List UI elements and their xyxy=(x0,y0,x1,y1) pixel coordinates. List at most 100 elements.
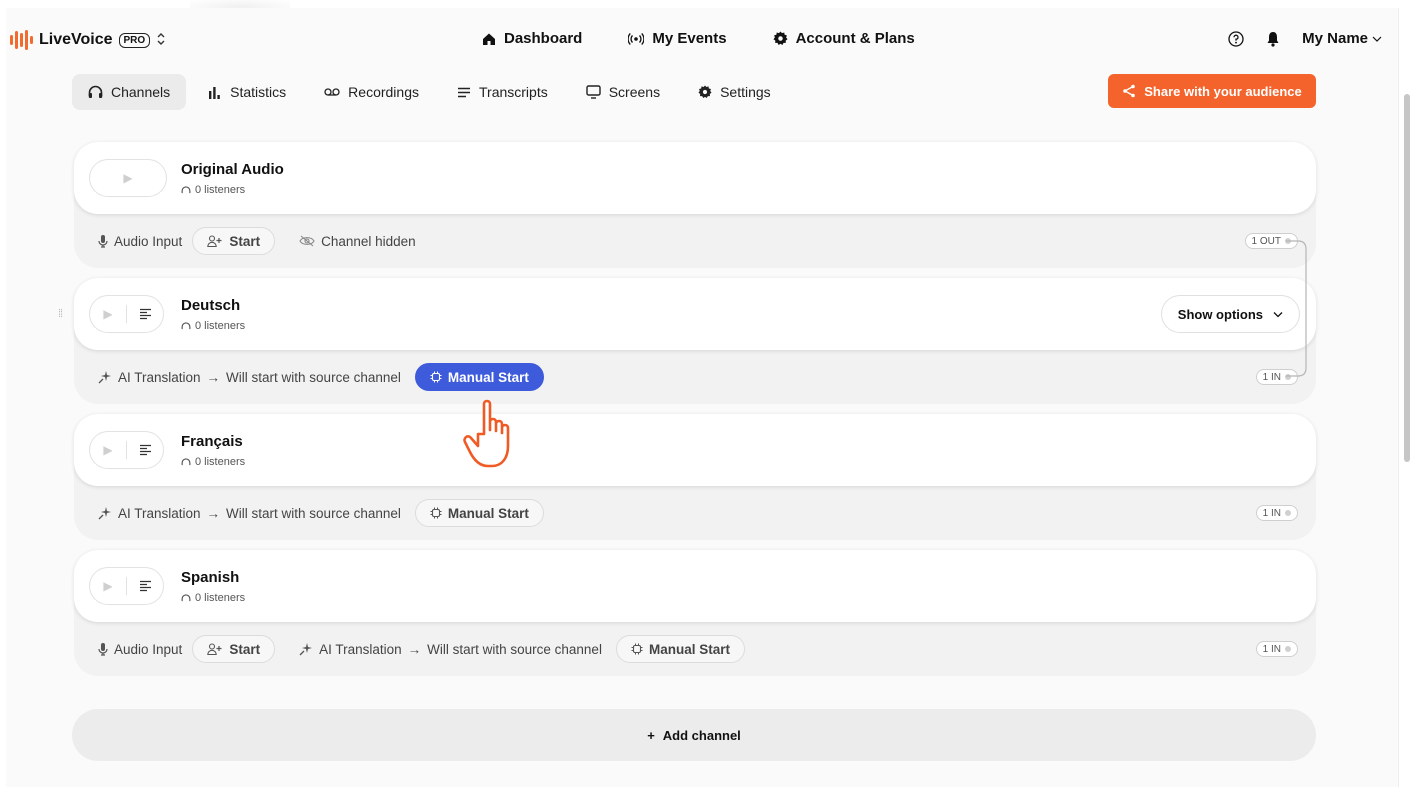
nav-account-plans[interactable]: Account & Plans xyxy=(773,30,915,47)
hand-pointer-icon xyxy=(463,399,510,468)
tab-settings-label: Settings xyxy=(720,84,771,100)
channel-title: Spanish xyxy=(181,569,240,586)
io-badge-text: 1 IN xyxy=(1262,371,1281,383)
start-button-label: Start xyxy=(229,641,261,657)
arrow-text: → xyxy=(206,505,221,521)
broadcast-icon xyxy=(628,32,645,45)
tab-screens[interactable]: Screens xyxy=(570,74,676,110)
play-icon[interactable]: ▶ xyxy=(90,307,126,321)
chip-icon xyxy=(631,643,643,655)
add-user-icon xyxy=(207,643,222,655)
channel-footer: AI Translation → Will start with source … xyxy=(74,350,1316,404)
top-right-controls: My Name xyxy=(1228,30,1382,47)
event-switcher-icon[interactable] xyxy=(156,32,166,49)
manual-start-label: Manual Start xyxy=(447,369,529,385)
plus-icon: + xyxy=(647,727,655,743)
headphones-icon xyxy=(181,593,191,601)
nav-account-plans-label: Account & Plans xyxy=(795,30,915,47)
manual-start-label: Manual Start xyxy=(447,505,529,521)
chevron-down-icon xyxy=(1372,36,1382,42)
share-icon xyxy=(1123,84,1136,98)
main-nav: Dashboard My Events Account & Plans xyxy=(482,30,915,47)
channel-hidden-status[interactable]: Channel hidden xyxy=(299,234,416,249)
listener-count: 0 listeners xyxy=(181,456,245,468)
channel-header: ▶ Spanish 0 listeners xyxy=(74,550,1316,622)
help-circle-icon[interactable] xyxy=(1228,30,1244,47)
ai-translation-label: AI Translation → Will start with source … xyxy=(98,370,401,385)
arrow-text: → xyxy=(206,369,221,385)
headphones-icon xyxy=(181,457,191,465)
transcript-icon[interactable] xyxy=(127,580,163,592)
channel-hidden-text: Channel hidden xyxy=(321,233,416,249)
add-channel-button[interactable]: + Add channel xyxy=(72,709,1316,761)
brand[interactable]: LiveVoice PRO xyxy=(10,30,166,50)
headphones-icon xyxy=(181,321,191,329)
audio-input-text: Audio Input xyxy=(114,641,183,657)
transcript-icon[interactable] xyxy=(127,308,163,320)
sparkle-icon xyxy=(299,643,313,656)
bell-icon[interactable] xyxy=(1266,31,1280,47)
share-button-label: Share with your audience xyxy=(1144,83,1302,99)
audio-input-label: Audio Input xyxy=(98,234,182,249)
transcript-icon[interactable] xyxy=(127,444,163,456)
audio-input-label: Audio Input xyxy=(98,642,182,657)
manual-start-button[interactable]: Manual Start xyxy=(615,635,745,663)
listener-count: 0 listeners xyxy=(181,184,245,196)
play-icon[interactable]: ▶ xyxy=(90,171,166,185)
microphone-icon xyxy=(98,235,108,248)
start-button[interactable]: Start xyxy=(192,227,276,255)
manual-start-button[interactable]: Manual Start xyxy=(414,363,544,391)
listener-count: 0 listeners xyxy=(181,320,245,332)
ai-translation-text: AI Translation xyxy=(319,641,402,657)
channel-title: Original Audio xyxy=(181,161,284,178)
channel-player: ▶ xyxy=(89,295,164,333)
user-menu[interactable]: My Name xyxy=(1302,30,1382,47)
listener-count-text: 0 listeners xyxy=(195,320,246,332)
manual-start-label: Manual Start xyxy=(648,641,730,657)
tab-channels[interactable]: Channels xyxy=(72,74,187,110)
tab-statistics[interactable]: Statistics xyxy=(192,74,302,110)
io-badge-text: 1 IN xyxy=(1262,643,1281,655)
audio-input-text: Audio Input xyxy=(114,233,183,249)
manual-start-button[interactable]: Manual Start xyxy=(414,499,544,527)
io-badge-in: 1 IN xyxy=(1255,641,1298,657)
channel-footer: AI Translation → Will start with source … xyxy=(74,486,1316,540)
pro-badge: PRO xyxy=(118,32,151,48)
show-options-button[interactable]: Show options xyxy=(1160,295,1300,333)
channel-header: ▶ Original Audio 0 listeners xyxy=(74,142,1316,214)
nav-my-events[interactable]: My Events xyxy=(628,30,727,47)
channel-footer: Audio Input Start Channel hidden xyxy=(74,214,1316,268)
channel-title: Français xyxy=(181,433,243,450)
share-with-audience-button[interactable]: Share with your audience xyxy=(1108,74,1316,108)
tab-settings[interactable]: Settings xyxy=(682,74,787,110)
eye-off-icon xyxy=(299,235,315,247)
top-bar: LiveVoice PRO Dashboard My Events Accoun… xyxy=(6,8,1398,70)
start-button[interactable]: Start xyxy=(192,635,276,663)
io-dot xyxy=(1285,510,1291,516)
scrollbar-thumb[interactable] xyxy=(1404,94,1410,462)
nav-my-events-label: My Events xyxy=(652,30,727,47)
listener-count-text: 0 listeners xyxy=(195,592,246,604)
io-badge-in: 1 IN xyxy=(1255,505,1298,521)
drag-handle-icon[interactable]: ⁞⁞ xyxy=(58,308,63,320)
vertical-scrollbar[interactable] xyxy=(1398,8,1415,787)
chevron-down-icon xyxy=(1273,311,1283,317)
user-name: My Name xyxy=(1302,30,1368,47)
gear-icon xyxy=(773,31,788,45)
listener-count-text: 0 listeners xyxy=(195,184,246,196)
play-icon[interactable]: ▶ xyxy=(90,579,126,593)
will-start-text: Will start with source channel xyxy=(427,641,602,657)
headphones-icon xyxy=(88,85,103,98)
channel-card-deutsch: ▶ Deutsch 0 listeners Show options AI Tr… xyxy=(74,278,1316,404)
nav-dashboard[interactable]: Dashboard xyxy=(482,30,582,47)
play-icon[interactable]: ▶ xyxy=(90,443,126,457)
arrow-text: → xyxy=(407,641,422,657)
tab-screens-label: Screens xyxy=(608,84,661,100)
tab-transcripts[interactable]: Transcripts xyxy=(441,74,564,110)
headphones-icon xyxy=(181,185,191,193)
app-window: LiveVoice PRO Dashboard My Events Accoun… xyxy=(6,8,1398,787)
add-user-icon xyxy=(207,235,222,247)
ai-translation-text: AI Translation xyxy=(118,505,201,521)
tab-recordings[interactable]: Recordings xyxy=(308,74,435,110)
show-options-label: Show options xyxy=(1177,306,1263,322)
